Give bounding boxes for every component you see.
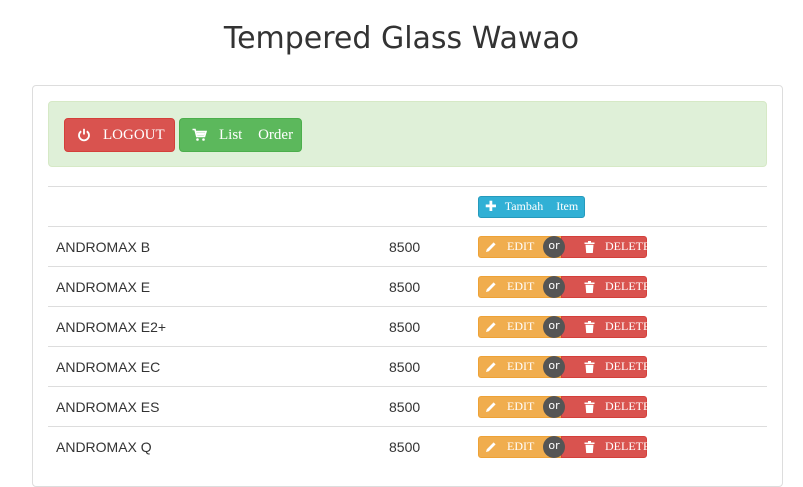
pencil-icon bbox=[485, 361, 497, 373]
pencil-icon bbox=[485, 241, 497, 253]
item-actions: EDIT or DELETE bbox=[470, 227, 767, 267]
pencil-icon bbox=[485, 441, 497, 453]
item-price: 8500 bbox=[389, 318, 421, 335]
cart-icon bbox=[192, 128, 207, 142]
delete-label: DELETE bbox=[605, 399, 651, 413]
action-button-group: EDIT or DELETE bbox=[478, 315, 651, 338]
power-icon bbox=[77, 128, 91, 142]
action-button-group: EDIT or DELETE bbox=[478, 235, 651, 258]
or-badge: or bbox=[543, 355, 565, 378]
item-actions: EDIT or DELETE bbox=[470, 347, 767, 387]
item-actions: EDIT or DELETE bbox=[470, 267, 767, 307]
table-row: ANDROMAX Q 8500 EDIT or DELETE bbox=[48, 426, 767, 467]
table-row: ANDROMAX EC 8500 EDIT or DELETE bbox=[48, 346, 767, 387]
main-panel: LOGOUT List Order ✚ Tambah Item ANDROMAX… bbox=[32, 85, 783, 487]
delete-label: DELETE bbox=[605, 319, 651, 333]
action-button-group: EDIT or DELETE bbox=[478, 435, 651, 458]
edit-label: EDIT bbox=[507, 359, 535, 373]
pencil-icon bbox=[485, 321, 497, 333]
or-badge: or bbox=[543, 315, 565, 338]
item-actions: EDIT or DELETE bbox=[470, 387, 767, 427]
item-name: ANDROMAX E bbox=[56, 278, 151, 295]
delete-label: DELETE bbox=[605, 279, 651, 293]
pencil-icon bbox=[485, 281, 497, 293]
item-price: 8500 bbox=[389, 238, 421, 255]
delete-button[interactable]: DELETE bbox=[561, 435, 651, 458]
delete-button[interactable]: DELETE bbox=[561, 395, 651, 418]
logout-button[interactable]: LOGOUT bbox=[64, 118, 175, 152]
or-badge: or bbox=[543, 395, 565, 418]
item-name: ANDROMAX Q bbox=[56, 438, 152, 455]
plus-icon: ✚ bbox=[485, 198, 497, 215]
logout-label: LOGOUT bbox=[103, 126, 165, 143]
edit-label: EDIT bbox=[507, 239, 535, 253]
delete-label: DELETE bbox=[605, 239, 651, 253]
delete-label: DELETE bbox=[605, 439, 651, 453]
trash-icon bbox=[584, 400, 595, 413]
delete-button[interactable]: DELETE bbox=[561, 355, 651, 378]
page-title: Tempered Glass Wawao bbox=[223, 21, 580, 56]
delete-button[interactable]: DELETE bbox=[561, 275, 651, 298]
action-button-group: EDIT or DELETE bbox=[478, 275, 651, 298]
edit-label: EDIT bbox=[507, 319, 535, 333]
item-price: 8500 bbox=[389, 398, 421, 415]
or-badge: or bbox=[543, 235, 565, 258]
or-badge: or bbox=[543, 275, 565, 298]
or-badge: or bbox=[543, 435, 565, 458]
delete-label: DELETE bbox=[605, 359, 651, 373]
add-item-button[interactable]: ✚ Tambah Item bbox=[478, 195, 586, 218]
item-actions: EDIT or DELETE bbox=[470, 307, 767, 347]
table-header-row: ✚ Tambah Item bbox=[48, 186, 767, 227]
table-row: ANDROMAX E2+ 8500 EDIT or DELETE bbox=[48, 306, 767, 347]
table-row: ANDROMAX B 8500 EDIT or DELETE bbox=[48, 226, 767, 267]
list-order-label: List Order bbox=[219, 126, 294, 143]
action-button-group: EDIT or DELETE bbox=[478, 395, 651, 418]
trash-icon bbox=[584, 320, 595, 333]
edit-label: EDIT bbox=[507, 439, 535, 453]
item-name: ANDROMAX ES bbox=[56, 398, 160, 415]
items-table: ✚ Tambah Item ANDROMAX B 8500 EDIT or DE… bbox=[48, 186, 767, 466]
item-price: 8500 bbox=[389, 438, 421, 455]
item-price: 8500 bbox=[389, 358, 421, 375]
item-price: 8500 bbox=[389, 278, 421, 295]
table-row: ANDROMAX ES 8500 EDIT or DELETE bbox=[48, 386, 767, 427]
item-name: ANDROMAX E2+ bbox=[56, 318, 167, 335]
trash-icon bbox=[584, 280, 595, 293]
delete-button[interactable]: DELETE bbox=[561, 315, 651, 338]
trash-icon bbox=[584, 440, 595, 453]
table-row: ANDROMAX E 8500 EDIT or DELETE bbox=[48, 266, 767, 307]
add-item-label: Tambah Item bbox=[504, 199, 579, 213]
edit-label: EDIT bbox=[507, 399, 535, 413]
trash-icon bbox=[584, 360, 595, 373]
item-actions: EDIT or DELETE bbox=[470, 427, 767, 467]
pencil-icon bbox=[485, 401, 497, 413]
list-order-button[interactable]: List Order bbox=[179, 118, 302, 152]
item-name: ANDROMAX B bbox=[56, 238, 151, 255]
delete-button[interactable]: DELETE bbox=[561, 235, 651, 258]
edit-label: EDIT bbox=[507, 279, 535, 293]
trash-icon bbox=[584, 240, 595, 253]
action-button-group: EDIT or DELETE bbox=[478, 355, 651, 378]
toolbar-alert: LOGOUT List Order bbox=[48, 101, 767, 167]
item-name: ANDROMAX EC bbox=[56, 358, 161, 375]
